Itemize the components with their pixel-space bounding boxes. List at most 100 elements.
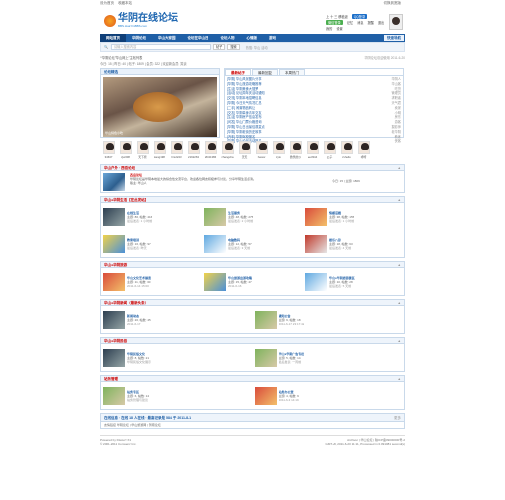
member-avatar[interactable]: kang198: [151, 141, 168, 161]
qq-login-button[interactable]: QQ登录: [351, 14, 368, 19]
member-avatar[interactable]: 天下熊: [134, 141, 151, 161]
tab-new-threads[interactable]: 最新帖子: [225, 69, 251, 75]
section-title[interactable]: 华山●华阴旅游: [104, 262, 127, 267]
member-avatar[interactable]: zhangxha: [219, 141, 236, 161]
nav-mood[interactable]: 心情版: [241, 34, 264, 42]
forum-thumbnail[interactable]: [103, 207, 125, 226]
member-avatar[interactable]: hwww: [253, 141, 270, 161]
section-title[interactable]: 站务管理: [104, 376, 118, 381]
user-avatar[interactable]: [389, 14, 403, 30]
collapse-icon[interactable]: ▲: [398, 262, 401, 267]
search-scope-select[interactable]: 帖子: [212, 44, 226, 50]
nav-huashan-home[interactable]: 华山大家园: [152, 34, 182, 42]
nav-people[interactable]: 论坛人物: [215, 34, 241, 42]
forum-thumbnail[interactable]: [103, 234, 125, 253]
member-avatar[interactable]: 公子: [321, 141, 338, 161]
nav-forum[interactable]: 华阴论坛: [126, 34, 152, 42]
breadcrumb-item[interactable]: 华阴论坛: [102, 55, 115, 60]
section-title[interactable]: 华山●华阴生活【在此发帖】: [104, 197, 148, 202]
forum-thumbnail[interactable]: [304, 207, 327, 226]
forum-thumbnail[interactable]: [304, 234, 327, 253]
forum-cell[interactable]: 华山●华阴广告专栏 主题: 5, 帖数: 14 最后发表: 一周前: [253, 344, 405, 371]
forum-thumbnail[interactable]: [254, 348, 277, 367]
forum-cell[interactable]: 情感话题 主题: 38, 帖数: 155 最后发表: 1 小时前: [303, 203, 404, 230]
forum-cell[interactable]: 生活服务 主题: 48, 帖数: 275 最后发表: 2 小时前: [202, 203, 303, 230]
member-avatar[interactable]: 2D41386: [202, 141, 219, 161]
collapse-icon[interactable]: ▲: [398, 376, 401, 381]
nav-games[interactable]: 游戏: [263, 34, 282, 42]
thread-author[interactable]: 侠客: [379, 139, 401, 144]
forum-name[interactable]: 华山旅游出游攻略: [228, 276, 252, 280]
tab-new-replies[interactable]: 最新回复: [252, 69, 278, 75]
forum-cell[interactable]: 在线生活 主题: 86, 帖数: 416 最后发表: 1 小时前: [101, 203, 202, 230]
forum-thumbnail[interactable]: [203, 272, 226, 291]
collapse-icon[interactable]: ▲: [398, 300, 401, 305]
nav-forum-day[interactable]: 论坛在华山日: [182, 34, 215, 42]
my-link[interactable]: 我的: [326, 26, 332, 31]
wide-mode-link[interactable]: 切换到宽版: [384, 1, 402, 5]
forum-cell[interactable]: 教育培训 主题: 16, 帖数: 97 最后发表: 昨天: [101, 230, 202, 257]
notifications-link[interactable]: 提醒: [368, 20, 374, 25]
forum-cell[interactable]: 站务专区 主题: 6, 帖数: 14 站务管理与建议: [101, 382, 253, 409]
breadcrumb-item[interactable]: 主帖列表: [130, 55, 143, 60]
forum-cell[interactable]: 华阴民俗文化 主题: 8, 帖数: 21 华阴民俗文化展示: [101, 344, 253, 371]
forum-name[interactable]: 华山●华阴广告专栏: [279, 352, 305, 356]
forum-thumbnail[interactable]: [103, 348, 125, 367]
member-avatar[interactable]: hrs2243: [168, 141, 185, 161]
tab-weekly-hot[interactable]: 本周热门: [279, 69, 305, 75]
avatar-image: [289, 141, 302, 154]
forum-thumbnail[interactable]: [203, 207, 226, 226]
section-title[interactable]: 华山户外 · 西岳论坛: [104, 165, 135, 170]
wechat-login-button[interactable]: 微信登录: [326, 20, 343, 25]
logo[interactable]: 华阴在线论坛 BBS.HuaYinBBS.com: [104, 14, 178, 28]
section-title[interactable]: 华山●华阴新闻（最新头条）: [104, 300, 148, 305]
member-avatar[interactable]: ee3344: [304, 141, 321, 161]
forum-cell[interactable]: 华山文化艺术展览 主题: 11, 帖数: 30 2011-6-14 15:00: [101, 268, 202, 295]
forum-thumbnail[interactable]: [103, 173, 125, 191]
settings-link[interactable]: 设置: [336, 26, 342, 31]
breadcrumb-item[interactable]: 华山网上: [116, 55, 129, 60]
slide-image[interactable]: 华山特色小吃: [103, 77, 217, 137]
forum-cell[interactable]: 华山●华阴旅游景区 主题: 10, 帖数: 28 最后发表: 5 天前: [303, 268, 404, 295]
member-avatar[interactable]: zxhello: [338, 141, 355, 161]
set-homepage-link[interactable]: 设为首页: [100, 1, 114, 5]
forum-name[interactable]: 华山文化艺术展览: [127, 276, 151, 280]
member-avatar[interactable]: 呀呀: [355, 141, 372, 161]
forum-cell[interactable]: 通知公告 主题: 9, 帖数: 18 2011-6-17 23:17:42: [253, 306, 405, 333]
collapse-icon[interactable]: ▲: [398, 165, 401, 170]
forum-thumbnail[interactable]: [103, 272, 125, 291]
forum-cell[interactable]: 娱乐八卦 主题: 18, 帖数: 63 最后发表: 4 天前: [303, 230, 404, 257]
nav-home[interactable]: 网站首页: [100, 34, 126, 42]
member-avatar[interactable]: 2192263: [185, 141, 202, 161]
forum-thumbnail[interactable]: [254, 386, 277, 405]
logout-link[interactable]: 退出: [378, 20, 384, 25]
member-avatar[interactable]: 微笑的沙: [287, 141, 304, 161]
forum-thumbnail[interactable]: [103, 310, 125, 329]
member-avatar[interactable]: zylo: [270, 141, 287, 161]
forum-cell[interactable]: 华山旅游出游攻略 主题: 15, 帖数: 47 2011-6-16: [202, 268, 303, 295]
forum-cell[interactable]: 站务办公室 主题: 4, 帖数: 9 2011-6-3 14:19: [253, 382, 405, 409]
user-name-link[interactable]: 上 十 三 移植返: [326, 14, 348, 19]
search-input[interactable]: 请输入搜索内容: [110, 44, 211, 50]
forum-cell[interactable]: 电脑数码 主题: 12, 帖数: 57 最后发表: 3 天前: [202, 230, 303, 257]
online-more-link[interactable]: 更多: [394, 414, 401, 421]
forum-name[interactable]: 华山●华阴旅游景区: [329, 276, 355, 280]
messages-link[interactable]: 消息: [357, 20, 363, 25]
forum-cell[interactable]: 新闻动态 主题: 20, 帖数: 45 2011-6-17: [101, 306, 253, 333]
section-title[interactable]: 华山●华阴民俗: [104, 338, 127, 343]
search-button[interactable]: 搜索: [227, 44, 240, 50]
forum-thumbnail[interactable]: [203, 234, 226, 253]
avatar-image: [136, 141, 149, 154]
forum-thumbnail[interactable]: [254, 310, 277, 329]
friend-links-list[interactable]: 华阴论坛 | 华山旅游网 | 渭南论坛: [117, 423, 161, 427]
forum-thumbnail[interactable]: [304, 272, 327, 291]
member-avatar[interactable]: zjw308: [117, 141, 134, 161]
member-avatar[interactable]: 34637: [100, 141, 117, 161]
member-avatar[interactable]: 天天: [236, 141, 253, 161]
quick-nav-button[interactable]: 快速导航: [384, 35, 404, 41]
collapse-icon[interactable]: ▲: [398, 197, 401, 202]
memory-link[interactable]: 记忆: [347, 20, 353, 25]
bookmark-link[interactable]: 收藏本站: [118, 1, 132, 5]
collapse-icon[interactable]: ▲: [398, 338, 401, 343]
forum-thumbnail[interactable]: [103, 386, 125, 405]
